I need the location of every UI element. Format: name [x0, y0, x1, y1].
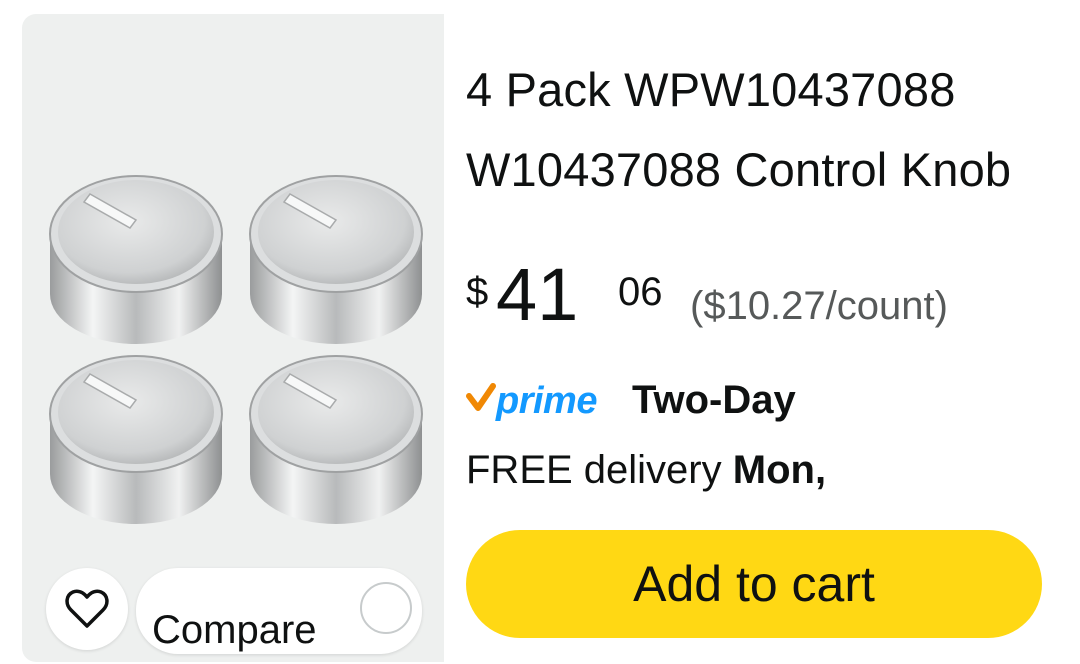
delivery-prefix: FREE delivery	[466, 448, 733, 492]
price-symbol: $	[466, 270, 489, 314]
heart-icon	[65, 589, 109, 628]
compare-label: Compare	[152, 608, 317, 652]
price-fraction: 06	[618, 270, 663, 314]
prime-badge: prime Two-Day	[466, 374, 1046, 430]
delivery-date: Mon,	[732, 448, 827, 492]
product-image-panel[interactable]: Compare	[22, 14, 444, 662]
product-card[interactable]: Compare 4 Pack WPW10437088 W10437088 Con…	[22, 14, 1058, 662]
unit-price: ($10.27/count)	[690, 284, 948, 328]
knob-bottom-right	[249, 355, 423, 524]
knob-bottom-left	[49, 355, 223, 524]
compare-radio[interactable]	[360, 582, 412, 634]
price: $ 41 06 ($10.27/count)	[466, 254, 1046, 344]
compare-toggle[interactable]: Compare	[136, 568, 422, 654]
knob-top-right	[249, 175, 423, 344]
add-to-cart-button[interactable]: Add to cart	[466, 530, 1042, 638]
prime-check-icon	[466, 383, 496, 411]
product-title: 4 Pack WPW10437088 W10437088 Control Kno…	[466, 63, 1012, 230]
product-info: 4 Pack WPW10437088 W10437088 Control Kno…	[466, 14, 1058, 662]
wishlist-button[interactable]	[46, 568, 128, 650]
knob-top-left	[49, 175, 223, 344]
prime-logo: prime	[496, 380, 597, 422]
prime-speed: Two-Day	[632, 378, 796, 422]
price-whole: 41	[496, 253, 579, 336]
product-image[interactable]	[40, 164, 430, 544]
delivery-info: FREE delivery Mon,	[466, 448, 826, 493]
product-title-link[interactable]: 4 Pack WPW10437088 W10437088 Control Kno…	[466, 50, 1046, 230]
control-knobs-image	[49, 175, 423, 524]
